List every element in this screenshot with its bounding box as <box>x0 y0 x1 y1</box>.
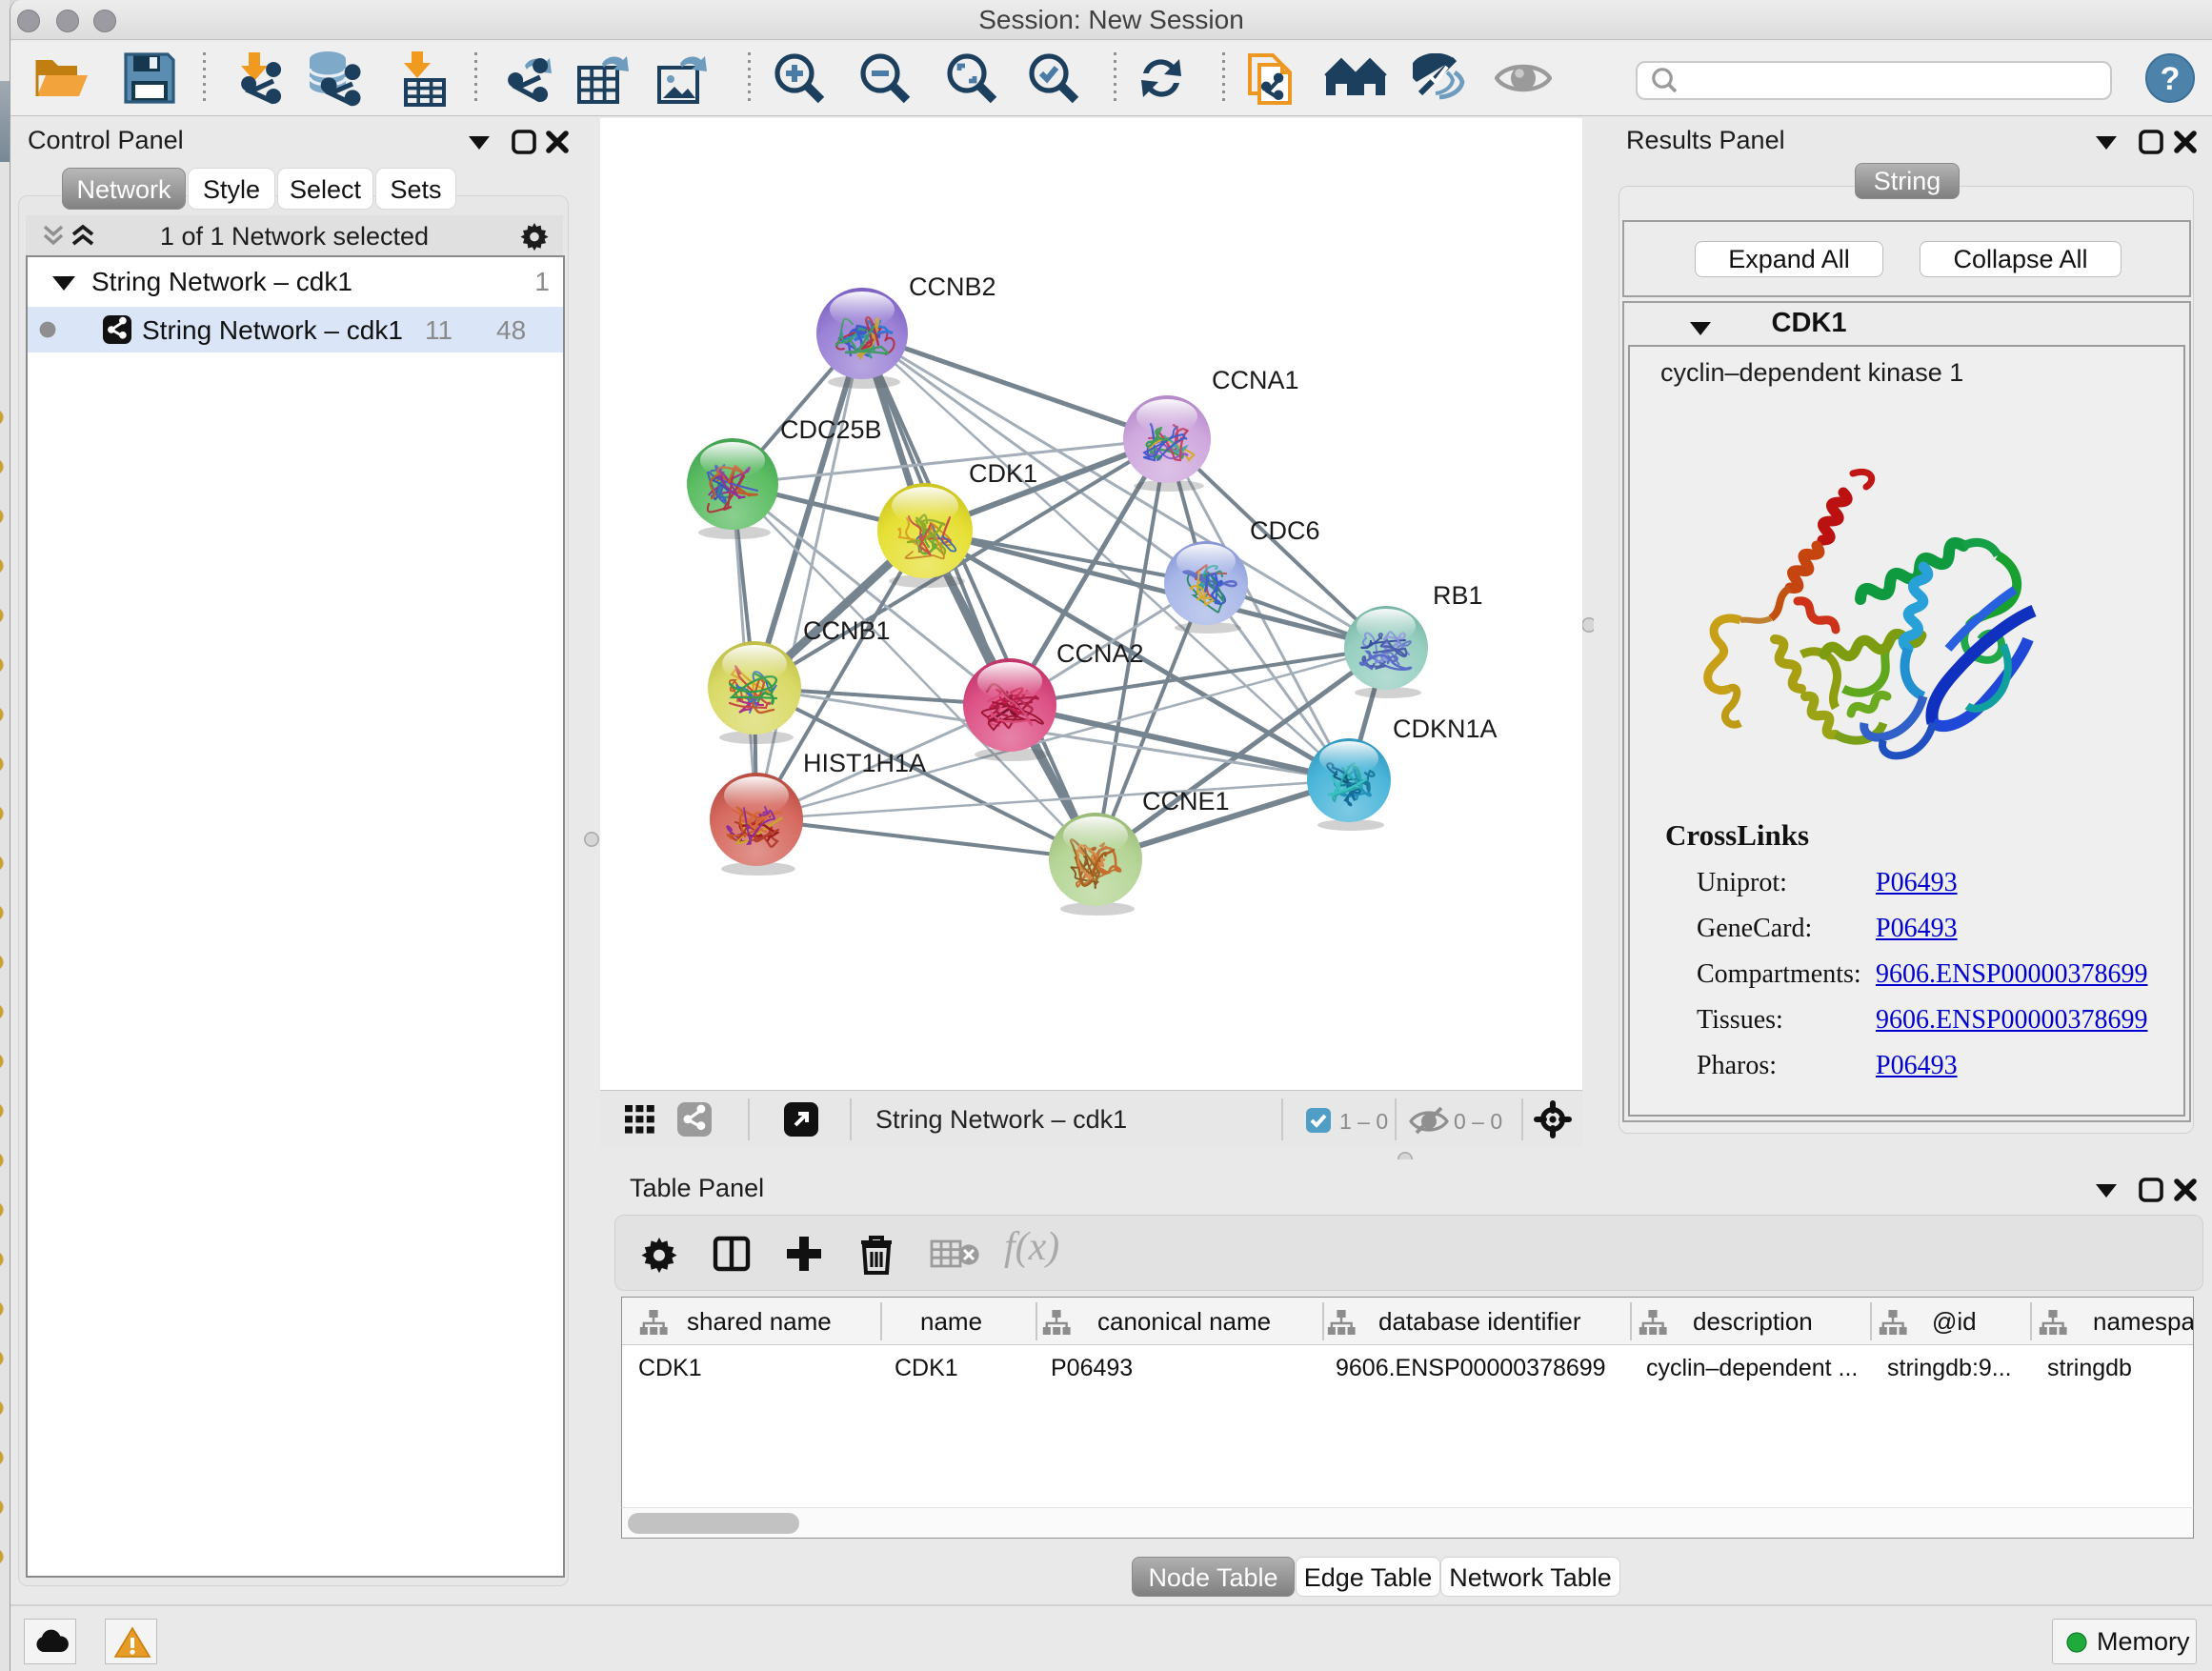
svg-text:CDC25B: CDC25B <box>780 415 882 444</box>
svg-text:CDK1: CDK1 <box>969 459 1037 488</box>
svg-text:CCNA1: CCNA1 <box>1212 366 1299 394</box>
svg-text:CDC6: CDC6 <box>1250 516 1320 545</box>
svg-text:?: ? <box>2161 61 2181 97</box>
svg-text:CCNB1: CCNB1 <box>803 616 891 645</box>
svg-text:RB1: RB1 <box>1433 581 1483 610</box>
svg-text:CCNB2: CCNB2 <box>909 272 996 301</box>
svg-text:CDKN1A: CDKN1A <box>1393 715 1498 743</box>
svg-text:HIST1H1A: HIST1H1A <box>803 749 926 777</box>
svg-text:CCNA2: CCNA2 <box>1056 639 1144 668</box>
svg-text:CCNE1: CCNE1 <box>1142 787 1230 815</box>
